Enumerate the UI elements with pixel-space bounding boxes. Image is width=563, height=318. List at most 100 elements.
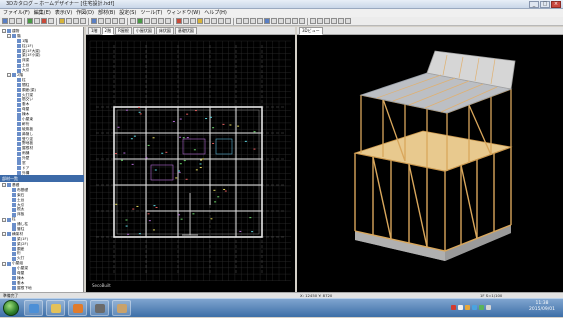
toolbar-button[interactable] — [299, 18, 305, 24]
toolbar-button[interactable] — [144, 18, 150, 24]
plan-tab-2[interactable]: R屋根 — [115, 26, 132, 35]
menu-item-2[interactable]: 表示(V) — [55, 9, 72, 17]
plan-tab-5[interactable]: 基礎伏図 — [174, 26, 197, 35]
expand-toggle-icon[interactable] — [7, 252, 11, 256]
plan-tab-1[interactable]: 2階 — [101, 26, 115, 35]
menu-item-7[interactable]: ウィンドウ(W) — [166, 9, 200, 17]
tree-bottom-item[interactable]: 屋根下地 — [0, 286, 84, 291]
toolbar-button[interactable] — [243, 18, 249, 24]
expand-toggle-icon[interactable] — [12, 93, 16, 97]
expand-toggle-icon[interactable] — [12, 142, 16, 146]
toolbar-button[interactable] — [59, 18, 65, 24]
expand-toggle-icon[interactable] — [7, 271, 11, 275]
taskbar-folder-icon[interactable] — [46, 300, 65, 316]
plan-tab-4[interactable]: 床伏図 — [155, 26, 174, 35]
expand-toggle-icon[interactable] — [7, 276, 11, 280]
toolbar-button[interactable] — [158, 18, 164, 24]
toolbar-button[interactable] — [204, 18, 210, 24]
toolbar-button[interactable] — [278, 18, 284, 24]
expand-toggle-icon[interactable] — [12, 88, 16, 92]
minimize-button[interactable]: _ — [529, 1, 539, 8]
toolbar-button[interactable] — [34, 18, 40, 24]
toolbar-button[interactable] — [310, 18, 316, 24]
tray-app-icon[interactable] — [465, 305, 470, 310]
taskbar-ie-icon[interactable] — [24, 300, 43, 316]
toolbar-button[interactable] — [236, 18, 242, 24]
expand-toggle-icon[interactable] — [7, 198, 11, 202]
expand-toggle-icon[interactable] — [12, 39, 16, 43]
expand-toggle-icon[interactable] — [12, 44, 16, 48]
toolbar-button[interactable] — [98, 18, 104, 24]
toolbar-button[interactable] — [80, 18, 86, 24]
toolbar-button[interactable] — [257, 18, 263, 24]
plan-view[interactable]: SecoBuilt — [86, 35, 295, 292]
expand-toggle-icon[interactable]: - — [2, 183, 6, 188]
toolbar-button[interactable] — [197, 18, 203, 24]
expand-toggle-icon[interactable] — [7, 188, 11, 192]
expand-toggle-icon[interactable] — [12, 166, 16, 170]
toolbar-button[interactable] — [317, 18, 323, 24]
tray-security-icon[interactable] — [479, 305, 484, 310]
toolbar-button[interactable] — [225, 18, 231, 24]
expand-toggle-icon[interactable] — [12, 117, 16, 121]
tray-alert-icon[interactable] — [451, 305, 456, 310]
toolbar-button[interactable] — [137, 18, 143, 24]
expand-toggle-icon[interactable] — [7, 242, 11, 246]
toolbar-button[interactable] — [27, 18, 33, 24]
expand-toggle-icon[interactable] — [7, 267, 11, 271]
menu-item-4[interactable]: 部材(B) — [98, 9, 115, 17]
menu-item-5[interactable]: 設定(S) — [119, 9, 136, 17]
start-button[interactable] — [3, 300, 19, 316]
expand-toggle-icon[interactable] — [12, 59, 16, 63]
toolbar-button[interactable] — [2, 18, 8, 24]
close-button[interactable]: × — [551, 1, 561, 8]
expand-toggle-icon[interactable]: - — [2, 217, 6, 222]
expand-toggle-icon[interactable] — [12, 147, 16, 151]
expand-toggle-icon[interactable] — [7, 208, 11, 212]
toolbar-button[interactable] — [73, 18, 79, 24]
expand-toggle-icon[interactable] — [12, 108, 16, 112]
toolbar-button[interactable] — [324, 18, 330, 24]
expand-toggle-icon[interactable] — [12, 98, 16, 102]
expand-toggle-icon[interactable] — [12, 152, 16, 156]
expand-toggle-icon[interactable] — [12, 83, 16, 87]
toolbar-button[interactable] — [16, 18, 22, 24]
toolbar-button[interactable] — [151, 18, 157, 24]
expand-toggle-icon[interactable] — [12, 137, 16, 141]
toolbar-button[interactable] — [190, 18, 196, 24]
expand-toggle-icon[interactable] — [12, 49, 16, 53]
plan-tab-0[interactable]: 1階 — [88, 26, 101, 35]
expand-toggle-icon[interactable] — [7, 247, 11, 251]
clock[interactable]: 11:38 2015/09/01 — [527, 301, 557, 313]
toolbar-button[interactable] — [264, 18, 270, 24]
taskbar-app1-icon[interactable] — [90, 300, 109, 316]
taskbar-app2-icon[interactable] — [112, 300, 131, 316]
toolbar-button[interactable] — [41, 18, 47, 24]
toolbar-button[interactable] — [211, 18, 217, 24]
expand-toggle-icon[interactable] — [12, 161, 16, 165]
expand-toggle-icon[interactable] — [7, 237, 11, 241]
maximize-button[interactable]: □ — [540, 1, 550, 8]
expand-toggle-icon[interactable]: - — [2, 261, 6, 266]
toolbar-button[interactable] — [292, 18, 298, 24]
expand-toggle-icon[interactable]: - — [7, 34, 11, 39]
expand-toggle-icon[interactable] — [12, 54, 16, 58]
menu-item-0[interactable]: ファイル(F) — [3, 9, 30, 17]
expand-toggle-icon[interactable] — [12, 64, 16, 68]
toolbar-button[interactable] — [112, 18, 118, 24]
tray-network-icon[interactable] — [458, 305, 463, 310]
toolbar-button[interactable] — [105, 18, 111, 24]
toolbar-button[interactable] — [119, 18, 125, 24]
expand-toggle-icon[interactable] — [7, 213, 11, 217]
floor-plan-drawing[interactable]: SecoBuilt — [86, 35, 295, 292]
menu-item-3[interactable]: 作図(D) — [76, 9, 94, 17]
taskbar-media-icon[interactable] — [68, 300, 87, 316]
expand-toggle-icon[interactable] — [12, 113, 16, 117]
3d-view[interactable] — [297, 35, 563, 292]
expand-toggle-icon[interactable] — [12, 103, 16, 107]
expand-toggle-icon[interactable]: - — [7, 73, 11, 78]
expand-toggle-icon[interactable] — [7, 281, 11, 285]
expand-toggle-icon[interactable] — [7, 203, 11, 207]
plan-tab-3[interactable]: 小屋伏図 — [132, 26, 155, 35]
house-frame-3d[interactable] — [297, 35, 563, 292]
